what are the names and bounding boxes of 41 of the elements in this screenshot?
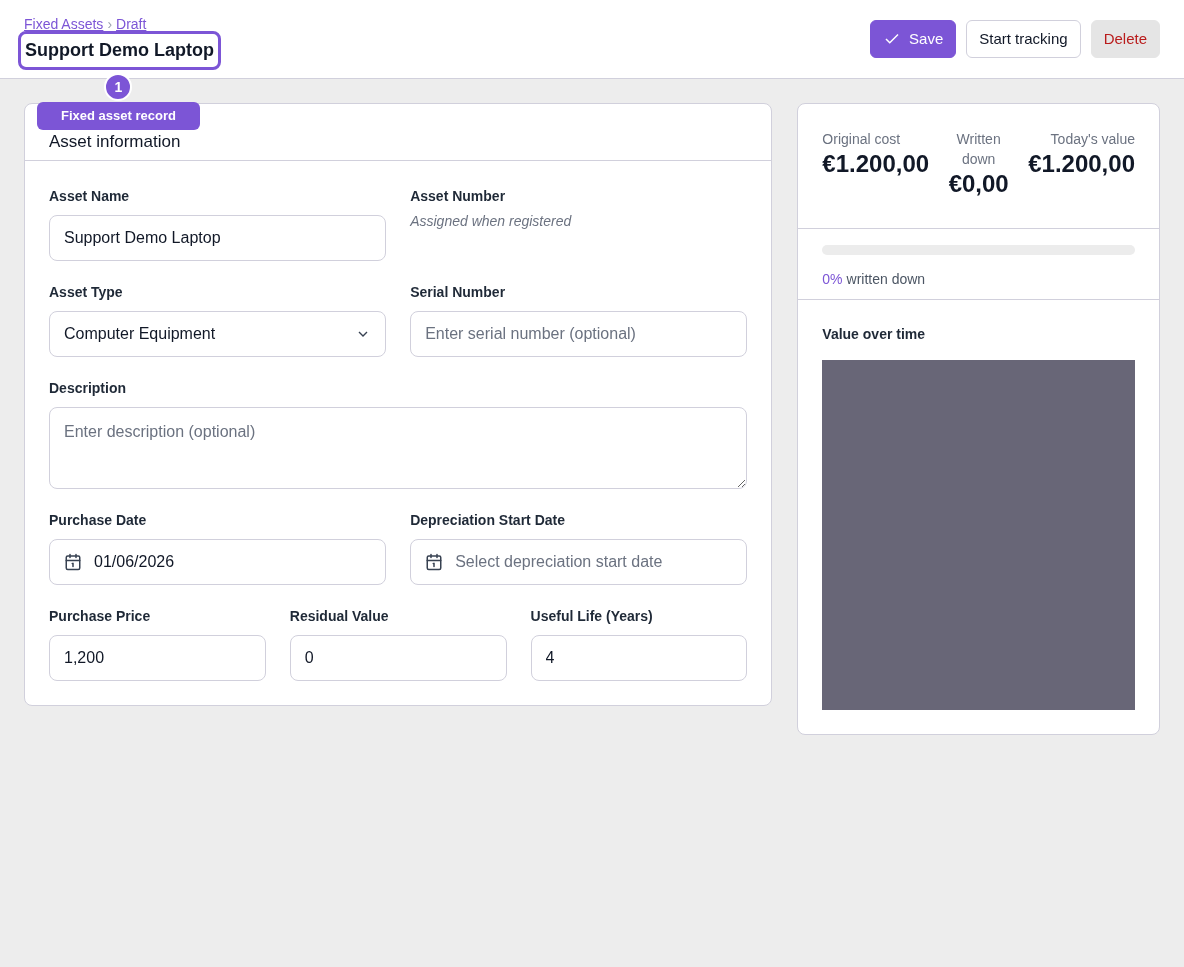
input-field[interactable]: Support Demo Laptop xyxy=(49,215,387,261)
input-field[interactable]: 0 xyxy=(289,635,507,681)
stat-label: Written down xyxy=(955,130,1002,169)
save-button[interactable]: Save xyxy=(870,20,957,58)
page-title: Support Demo Laptop xyxy=(18,31,221,70)
field-label: Residual Value xyxy=(289,607,390,625)
stat-value: €0,00 xyxy=(948,169,1009,199)
field-label: Depreciation Start Date xyxy=(410,511,566,529)
description-field[interactable]: Enter description (optional) xyxy=(49,407,748,489)
delete-button[interactable]: Delete xyxy=(1090,20,1160,58)
select-field[interactable]: Computer Equipment xyxy=(49,311,387,357)
breadcrumb-link[interactable]: Fixed Assets xyxy=(24,15,104,33)
field-label: Serial Number xyxy=(410,283,507,301)
stat-value: €1.200,00 xyxy=(822,149,930,179)
field-label: Asset Number xyxy=(410,187,507,205)
action-button[interactable]: Start tracking xyxy=(966,20,1081,58)
field-label: Purchase Price xyxy=(49,607,152,625)
input-field[interactable]: Enter serial number (optional) xyxy=(410,311,748,357)
input-field[interactable]: 4 xyxy=(530,635,748,681)
stat-value: €1.200,00 xyxy=(1028,149,1135,179)
percent-text: 0% xyxy=(822,270,843,289)
date-field[interactable]: Select depreciation start date xyxy=(410,539,748,585)
section-heading: Asset information xyxy=(49,130,181,153)
chart-title: Value over time xyxy=(822,325,927,343)
input-field[interactable]: 1,200 xyxy=(49,635,266,681)
breadcrumb-link[interactable]: Draft xyxy=(116,15,147,33)
stat-label: Original cost xyxy=(822,130,901,149)
field-label: Asset Name xyxy=(49,187,131,205)
progress-caption: written down xyxy=(846,270,926,289)
date-field[interactable]: 01/06/2026 xyxy=(49,539,387,585)
step-badge: 1 xyxy=(104,73,133,101)
callout-label: Fixed asset record xyxy=(37,102,200,130)
breadcrumb-separator: › xyxy=(107,15,113,33)
field-label: Description xyxy=(49,379,127,397)
calendar-icon xyxy=(64,553,82,571)
field-note: Assigned when registered xyxy=(410,212,573,231)
calendar-icon xyxy=(425,553,444,571)
field-label: Purchase Date xyxy=(49,511,148,529)
field-label: Useful Life (Years) xyxy=(530,607,654,625)
stat-label: Today's value xyxy=(1050,130,1135,149)
field-label: Asset Type xyxy=(49,283,124,301)
